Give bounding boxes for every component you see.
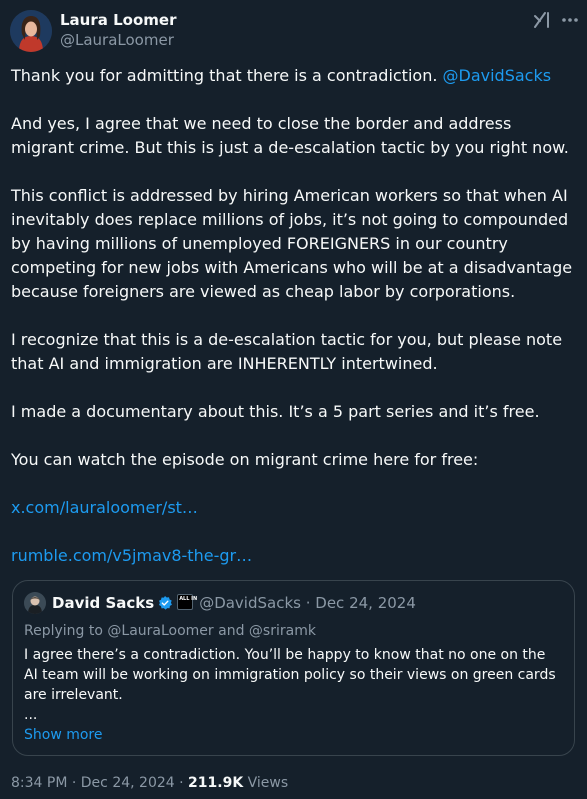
views-label: Views [243, 775, 289, 791]
replying-to-and: and [213, 623, 249, 639]
quoted-paragraph: I agree there’s a contradiction. You’ll … [24, 647, 556, 703]
replying-to-label: Replying to [24, 623, 108, 639]
separator-dot: · [67, 775, 81, 791]
post: Laura Loomer @LauraLoomer Thank you for … [0, 0, 587, 799]
more-options-icon[interactable] [560, 10, 580, 30]
post-meta: 8:34 PM · Dec 24, 2024 · 211.9K Views [11, 775, 288, 791]
grok-icon[interactable] [531, 9, 553, 31]
post-paragraph: I made a documentary about this. It’s a … [11, 402, 540, 421]
post-paragraph: And yes, I agree that we need to close t… [11, 114, 569, 157]
mention-link[interactable]: @DavidSacks [443, 66, 552, 85]
post-date[interactable]: Dec 24, 2024 [81, 775, 175, 791]
reply-user-link: @sriramk [248, 623, 316, 639]
separator-dot: · [174, 775, 189, 791]
quoted-author-name: David Sacks [52, 594, 155, 612]
post-paragraph: You can watch the episode on migrant cri… [11, 450, 479, 469]
quoted-header: David Sacks ALL IN @DavidSacks · Dec 24, 2… [52, 594, 416, 612]
post-paragraph: This conflict is addressed by hiring Ame… [11, 186, 573, 301]
quoted-ellipsis: ... [24, 707, 38, 723]
replying-to: Replying to @LauraLoomer and @sriramk [24, 623, 316, 639]
external-link[interactable]: rumble.com/v5jmav8-the-gr… [11, 546, 252, 565]
post-paragraph: I recognize that this is a de-escalation… [11, 330, 563, 373]
quoted-date: Dec 24, 2024 [315, 594, 416, 612]
post-body: Thank you for admitting that there is a … [11, 64, 579, 592]
post-paragraph: Thank you for admitting that there is a … [11, 64, 579, 88]
quoted-post[interactable]: David Sacks ALL IN @DavidSacks · Dec 24, 2… [12, 580, 575, 756]
author-handle[interactable]: @LauraLoomer [60, 31, 174, 49]
views-count: 211.9K [188, 775, 244, 791]
affiliate-badge-text: ALL IN [179, 596, 198, 602]
quoted-author-handle: @DavidSacks [199, 594, 301, 612]
separator-dot: · [300, 594, 316, 612]
show-more-link[interactable]: Show more [24, 727, 103, 743]
quoted-author-avatar [24, 592, 46, 614]
post-time[interactable]: 8:34 PM [11, 775, 67, 791]
author-avatar[interactable] [10, 10, 52, 52]
affiliate-badge-icon: ALL IN [177, 594, 197, 610]
quoted-text: I agree there’s a contradiction. You’ll … [24, 645, 559, 725]
reply-user-link: @LauraLoomer [107, 623, 214, 639]
post-text: Thank you for admitting that there is a … [11, 66, 443, 85]
verified-badge-icon [159, 596, 173, 610]
external-link[interactable]: x.com/lauraloomer/st… [11, 498, 198, 517]
author-name[interactable]: Laura Loomer [60, 11, 176, 29]
